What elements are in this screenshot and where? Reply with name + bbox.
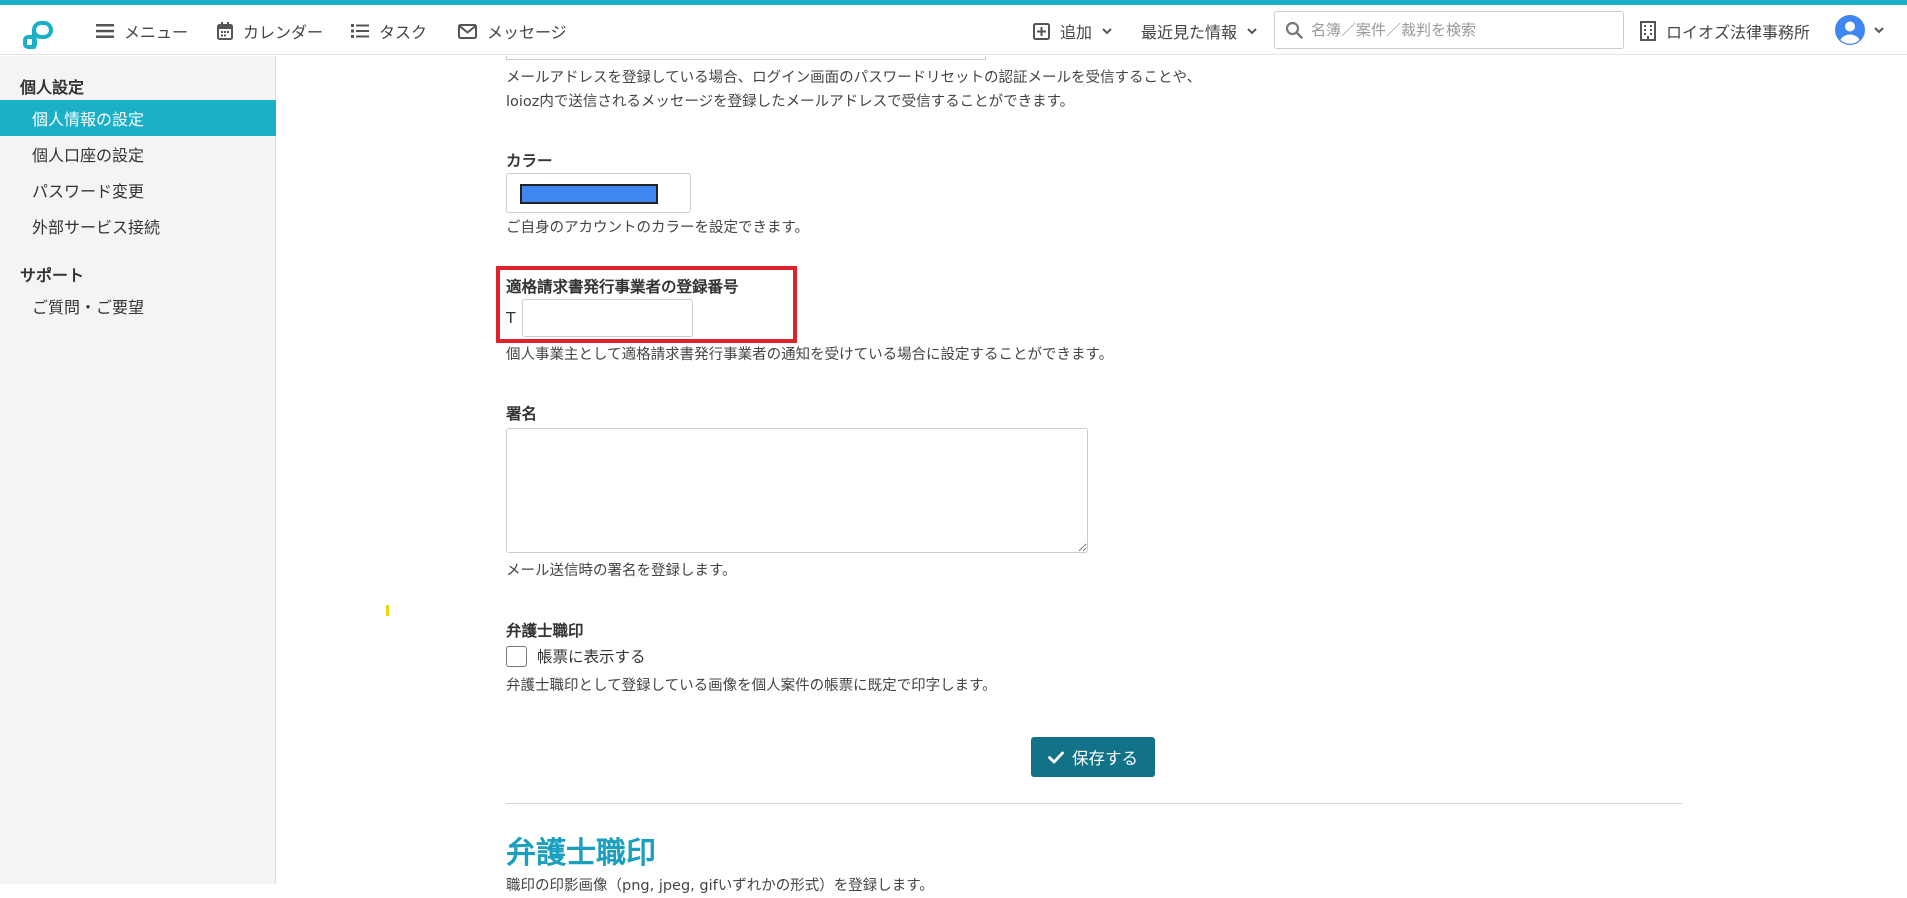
signature-help: メール送信時の署名を登録します。 [506, 563, 737, 579]
invoice-number-prefix: T [506, 309, 516, 327]
color-swatch [520, 184, 658, 204]
nav-calendar-label: カレンダー [243, 23, 324, 42]
sidebar-item-feedback[interactable]: ご質問・ご要望 [0, 288, 276, 324]
nav-recent-label: 最近見た情報 [1141, 23, 1238, 42]
sidebar-item-personal-info[interactable]: 個人情報の設定 [0, 100, 276, 136]
chevron-down-icon [1247, 27, 1257, 34]
sidebar-item-label: 外部サービス接続 [32, 218, 161, 237]
nav-tasks[interactable]: タスク [351, 18, 427, 44]
email-help: メールアドレスを登録している場合、ログイン画面のパスワードリセットの認証メールを… [506, 66, 1201, 114]
search-icon [1285, 21, 1303, 39]
global-search[interactable] [1274, 11, 1624, 49]
nav-recent[interactable]: 最近見た情報 [1141, 18, 1257, 44]
avatar [1835, 15, 1865, 45]
nav-messages-label: メッセージ [487, 23, 567, 42]
user-menu[interactable] [1834, 14, 1884, 46]
section-divider [506, 803, 1682, 804]
nav-menu[interactable]: メニュー [96, 18, 188, 44]
seal-label: 弁護士職印 [506, 622, 584, 640]
email-help-line1: メールアドレスを登録している場合、ログイン画面のパスワードリセットの認証メールを… [506, 70, 1202, 86]
seal-help: 弁護士職印として登録している画像を個人案件の帳票に既定で印字します。 [506, 678, 997, 694]
sidebar-heading-support: サポート [20, 266, 85, 285]
invoice-number-input[interactable] [522, 299, 693, 337]
nav-menu-label: メニュー [124, 23, 189, 42]
building-icon [1640, 21, 1656, 41]
sidebar-item-label: 個人情報の設定 [32, 110, 145, 129]
sidebar-item-password[interactable]: パスワード変更 [0, 172, 276, 208]
seal-section-desc: 職印の印影画像（png, jpeg, gifいずれかの形式）を登録します。 [506, 878, 934, 894]
save-button[interactable]: 保存する [1031, 737, 1155, 777]
sidebar-item-label: 個人口座の設定 [32, 146, 145, 165]
sidebar-item-external-services[interactable]: 外部サービス接続 [0, 208, 276, 244]
nav-calendar[interactable]: カレンダー [217, 18, 323, 44]
app-logo[interactable] [20, 13, 60, 53]
seal-checkbox-row[interactable]: 帳票に表示する [506, 645, 646, 667]
calendar-icon [217, 22, 233, 40]
sidebar-item-label: パスワード変更 [32, 182, 145, 201]
color-help: ご自身のアカウントのカラーを設定できます。 [506, 220, 810, 236]
signature-textarea[interactable] [506, 428, 1088, 553]
nav-office-label: ロイオズ法律事務所 [1666, 23, 1811, 42]
seal-checkbox[interactable] [506, 645, 527, 667]
seal-section-title: 弁護士職印 [506, 836, 656, 871]
top-navbar: メニュー カレンダー タスク メッセージ 追加 最近見た情報 名簿／案件／裁判を… [0, 5, 1907, 55]
sidebar-item-label: ご質問・ご要望 [32, 298, 145, 317]
nav-tasks-label: タスク [379, 23, 428, 42]
search-input[interactable] [1311, 21, 1611, 39]
email-help-line2: loioz内で送信されるメッセージを登録したメールアドレスで受信することができま… [506, 94, 1075, 110]
hamburger-icon [96, 24, 114, 38]
list-icon [351, 24, 369, 38]
signature-label: 署名 [506, 405, 538, 423]
nav-messages[interactable]: メッセージ [458, 18, 567, 44]
nav-add-label: 追加 [1060, 23, 1093, 42]
settings-sidebar: 個人設定 個人情報の設定 個人口座の設定 パスワード変更 外部サービス接続 サポ… [0, 56, 276, 884]
nav-add[interactable]: 追加 [1033, 18, 1112, 44]
sidebar-heading-personal: 個人設定 [20, 78, 85, 97]
cursor-marker [386, 605, 389, 616]
chevron-down-icon [1102, 27, 1112, 34]
envelope-icon [458, 23, 477, 39]
email-field[interactable] [506, 56, 986, 60]
invoice-number-help: 個人事業主として適格請求書発行事業者の通知を受けている場合に設定することができま… [506, 347, 1114, 363]
settings-content: メールアドレスを登録している場合、ログイン画面のパスワードリセットの認証メールを… [277, 56, 1907, 894]
save-button-label: 保存する [1072, 749, 1138, 768]
chevron-down-icon [1874, 26, 1884, 33]
color-label: カラー [506, 152, 553, 170]
seal-checkbox-label[interactable]: 帳票に表示する [537, 645, 646, 667]
nav-office[interactable]: ロイオズ法律事務所 [1640, 18, 1810, 44]
sidebar-item-personal-account[interactable]: 個人口座の設定 [0, 136, 276, 172]
color-picker[interactable] [506, 173, 691, 213]
check-icon [1048, 751, 1064, 763]
plus-square-icon [1033, 22, 1050, 40]
invoice-number-label: 適格請求書発行事業者の登録番号 [506, 278, 739, 296]
